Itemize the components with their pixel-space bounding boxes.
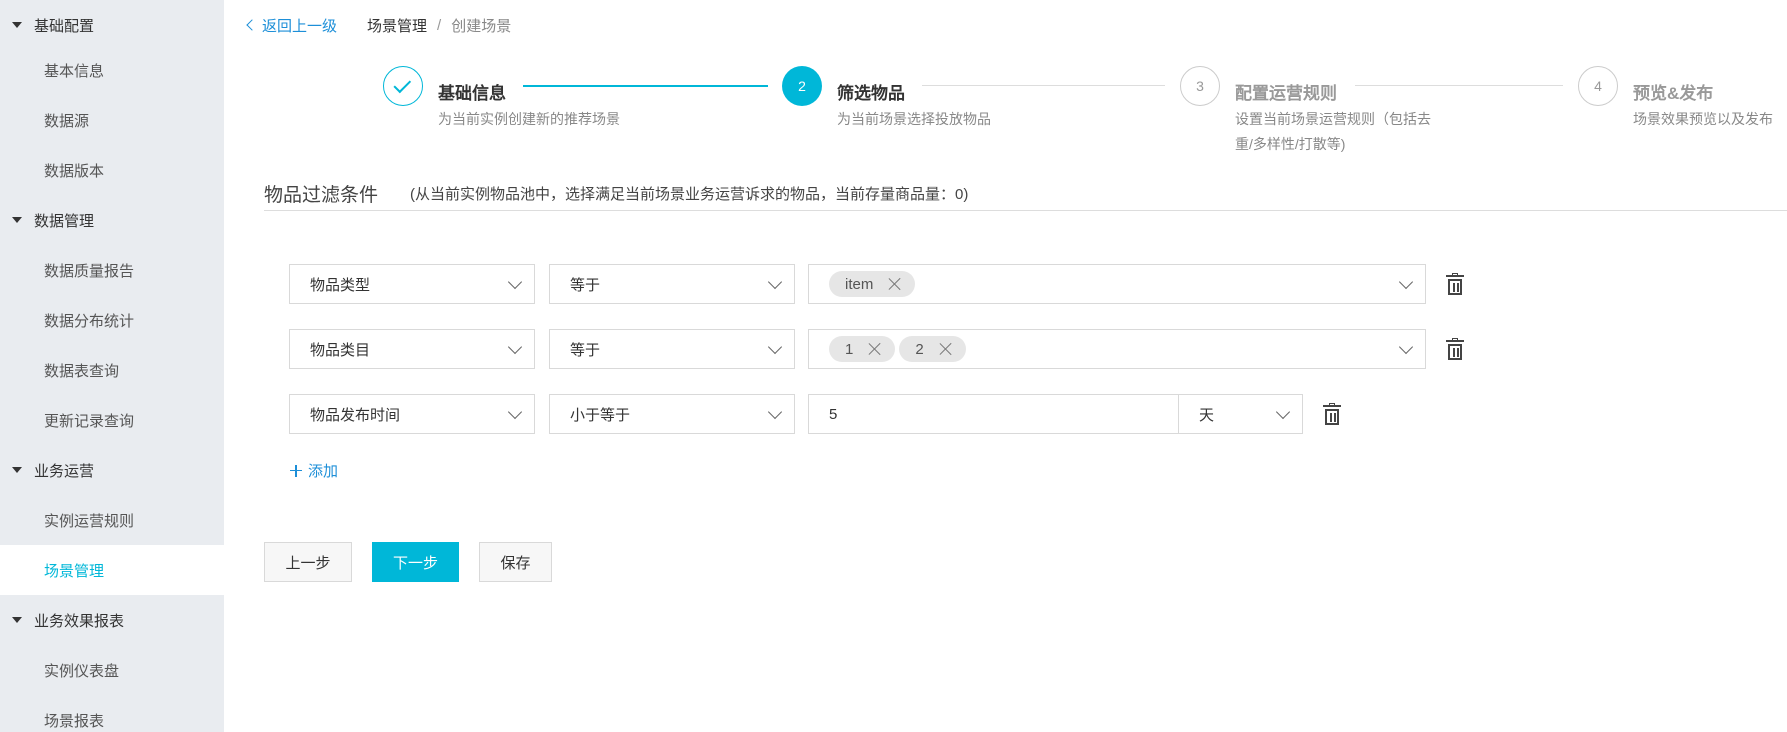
chevron-down-icon (1398, 274, 1414, 290)
next-step-button[interactable]: 下一步 (372, 542, 459, 582)
sidebar-item-data-version[interactable]: 数据版本 (0, 145, 224, 195)
delete-icon[interactable] (1446, 273, 1464, 295)
check-icon (393, 75, 412, 93)
sidebar-item-update-records[interactable]: 更新记录查询 (0, 395, 224, 445)
filter-3-field-value: 物品发布时间 (310, 406, 401, 424)
chevron-left-icon (246, 19, 258, 31)
back-link[interactable]: 返回上一级 (246, 15, 337, 36)
caret-down-icon (12, 22, 22, 28)
sidebar-item-instance-rules[interactable]: 实例运营规则 (0, 495, 224, 545)
delete-icon[interactable] (1446, 338, 1464, 360)
filter-1-field-value: 物品类型 (310, 276, 371, 294)
sidebar: 基础配置 基本信息 数据源 数据版本 数据管理 数据质量报告 数据分布统计 数据… (0, 0, 224, 732)
sidebar-group-basic-config[interactable]: 基础配置 (0, 0, 224, 50)
add-label: 添加 (308, 463, 339, 480)
filter-3-unit-value: 天 (1199, 406, 1215, 424)
chevron-down-icon (767, 404, 783, 420)
sidebar-item-data-quality-report[interactable]: 数据质量报告 (0, 245, 224, 295)
sidebar-group-data-management[interactable]: 数据管理 (0, 195, 224, 245)
sidebar-item-table-query[interactable]: 数据表查询 (0, 345, 224, 395)
step-4-title: 预览&发布 (1633, 84, 1714, 103)
step-3-title: 配置运营规则 (1235, 84, 1337, 103)
chevron-down-icon (767, 339, 783, 355)
prev-step-button[interactable]: 上一步 (264, 542, 352, 582)
filter-3-field-select[interactable]: 物品发布时间 (289, 394, 535, 434)
breadcrumb: 返回上一级 场景管理 / 创建场景 (246, 14, 511, 36)
step-2-title: 筛选物品 (837, 84, 905, 103)
filter-3-unit-select[interactable]: 天 (1178, 394, 1303, 434)
sidebar-item-scene-report[interactable]: 场景报表 (0, 695, 224, 732)
caret-down-icon (12, 217, 22, 223)
section-note: (从当前实例物品池中，选择满足当前场景业务运营诉求的物品，当前存量商品量：0) (410, 186, 969, 203)
tag-label: 2 (915, 340, 924, 358)
sidebar-group-label: 基础配置 (34, 17, 95, 35)
step-connector-2 (922, 85, 1165, 86)
breadcrumb-current: 创建场景 (451, 17, 512, 35)
step-3-circle: 3 (1180, 66, 1220, 106)
filter-2-operator-value: 等于 (570, 341, 601, 359)
caret-down-icon (12, 467, 22, 473)
back-label: 返回上一级 (262, 17, 338, 35)
breadcrumb-parent[interactable]: 场景管理 (367, 15, 427, 36)
filter-2-operator-select[interactable]: 等于 (549, 329, 795, 369)
step-3-desc-line2: 重/多样性/打散等) (1235, 136, 1346, 152)
filter-3-operator-value: 小于等于 (570, 406, 631, 424)
tag-label: item (845, 275, 874, 293)
step-1-desc: 为当前实例创建新的推荐场景 (438, 111, 620, 127)
add-filter-button[interactable]: 添加 (290, 460, 338, 481)
sidebar-item-data-source[interactable]: 数据源 (0, 95, 224, 145)
value-tag: 2 (899, 336, 966, 362)
filter-2-field-value: 物品类目 (310, 341, 371, 359)
filter-1-value-multiselect[interactable]: item (808, 264, 1426, 304)
tag-label: 1 (845, 340, 854, 358)
filter-1-operator-value: 等于 (570, 276, 601, 294)
save-button[interactable]: 保存 (479, 542, 552, 582)
breadcrumb-separator: / (437, 16, 442, 34)
step-4-circle: 4 (1578, 66, 1618, 106)
value-tag: 1 (829, 336, 896, 362)
close-icon[interactable] (940, 343, 952, 355)
chevron-down-icon (507, 404, 523, 420)
step-1-title: 基础信息 (438, 84, 506, 103)
sidebar-item-basic-info[interactable]: 基本信息 (0, 45, 224, 95)
step-4-desc: 场景效果预览以及发布 (1633, 111, 1773, 127)
filter-1-field-select[interactable]: 物品类型 (289, 264, 535, 304)
caret-down-icon (12, 617, 22, 623)
sidebar-group-label: 业务运营 (34, 462, 95, 480)
filter-1-operator-select[interactable]: 等于 (549, 264, 795, 304)
close-icon[interactable] (869, 343, 881, 355)
sidebar-group-reports[interactable]: 业务效果报表 (0, 595, 224, 645)
chevron-down-icon (1275, 404, 1291, 420)
plus-icon (290, 464, 302, 477)
step-connector-1 (523, 85, 768, 87)
chevron-down-icon (507, 339, 523, 355)
step-2-desc: 为当前场景选择投放物品 (837, 111, 991, 127)
chevron-down-icon (1398, 339, 1414, 355)
step-connector-3 (1355, 85, 1563, 86)
step-1-circle (383, 66, 423, 106)
filter-2-value-multiselect[interactable]: 1 2 (808, 329, 1426, 369)
chevron-down-icon (507, 274, 523, 290)
step-3-desc-line1: 设置当前场景运营规则（包括去 (1235, 111, 1431, 127)
section-divider (264, 210, 1787, 211)
sidebar-group-operations[interactable]: 业务运营 (0, 445, 224, 495)
value-tag: item (829, 271, 916, 297)
sidebar-group-label: 数据管理 (34, 212, 95, 230)
sidebar-item-data-distribution[interactable]: 数据分布统计 (0, 295, 224, 345)
sidebar-item-scene-management[interactable]: 场景管理 (0, 545, 224, 595)
sidebar-item-instance-dashboard[interactable]: 实例仪表盘 (0, 645, 224, 695)
sidebar-group-label: 业务效果报表 (34, 612, 125, 630)
filter-2-field-select[interactable]: 物品类目 (289, 329, 535, 369)
chevron-down-icon (767, 274, 783, 290)
section-title: 物品过滤条件 (264, 185, 379, 206)
filter-3-operator-select[interactable]: 小于等于 (549, 394, 795, 434)
close-icon[interactable] (889, 278, 901, 290)
delete-icon[interactable] (1323, 403, 1341, 425)
step-2-circle: 2 (782, 66, 822, 106)
filter-3-value-input[interactable]: 5 (808, 394, 1179, 434)
